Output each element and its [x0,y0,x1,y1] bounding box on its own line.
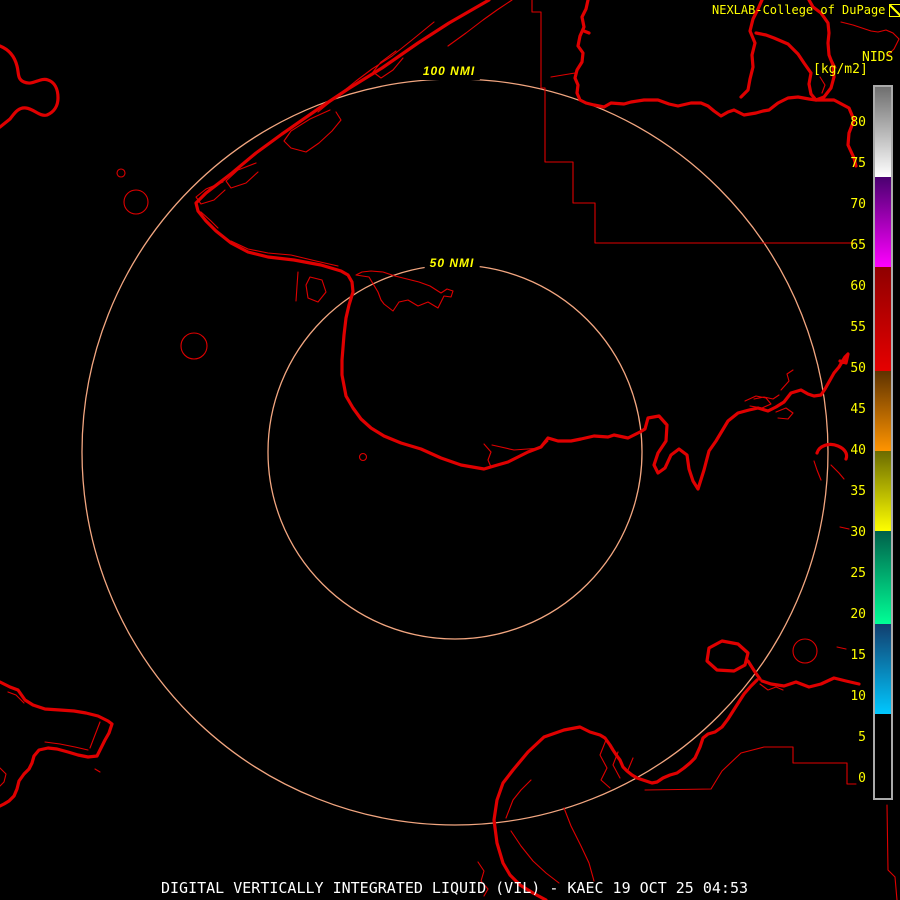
colorbar-tick-label: 45 [850,402,866,417]
bay-inlets-center [295,271,549,468]
colorbar-gradient [873,85,893,800]
colorbar-tick-label: 65 [850,238,866,253]
coastline-south-bay [492,678,759,900]
colorbar-tick-label: 75 [850,156,866,171]
range-ring-outer [81,78,829,826]
radar-map [0,0,900,900]
range-ring-outer-label: 100 NMI [417,62,481,80]
colorbar-tick-label: 25 [850,566,866,581]
colorbar-tick-label: 40 [850,443,866,458]
barrier-islands-north [195,0,513,229]
range-ring-inner [267,264,643,640]
northeast-thin-details [550,21,900,94]
southwest-thin-details [0,691,489,897]
product-title: DIGITAL VERTICALLY INTEGRATED LIQUID (VI… [161,879,748,897]
colorbar-tick-label: 5 [858,730,866,745]
colorbar-segment-brown-orange [875,371,891,451]
right-edge-dashes [836,526,850,650]
islet-circle-4 [792,638,818,664]
colorbar-segment-gray-white [875,87,891,177]
colorbar-segment-black [875,714,891,798]
colorbar-tick-label: 50 [850,361,866,376]
radar-product-page: NEXLAB-College of DuPage NIDS [kg/m2] 10… [0,0,900,900]
colorbar-tick-label: 10 [850,689,866,704]
range-ring-inner-label: 50 NMI [424,254,480,272]
islet-circle-5 [358,452,368,462]
colorbar-units: [kg/m2] [813,62,868,77]
colorbar-tick-label: 80 [850,115,866,130]
colorbar-tick-label: 15 [850,648,866,663]
islet-circle-1 [116,168,126,178]
islet-circle-3 [180,332,208,360]
colorbar-tick-label: 70 [850,197,866,212]
colorbar-tick-label: 55 [850,320,866,335]
colorbar-segment-darkred-red [875,267,891,371]
lagoon-line-north [230,240,339,267]
colorbar-segment-olive-yellow [875,451,891,531]
colorbar-tick-label: 20 [850,607,866,622]
colorbar-segment-teal-green [875,531,891,624]
colorbar-tick-label: 35 [850,484,866,499]
east-coast-thin-details [744,369,845,691]
marsh-outline-center [355,270,454,312]
coastline-southeast [760,676,861,689]
island-southeast [705,639,762,681]
colorbar-tick-label: 0 [858,771,866,786]
coastline-northeast [573,0,858,168]
header: NEXLAB-College of DuPage [712,4,900,17]
cod-logo-icon [889,4,900,17]
islet-circle-2 [123,189,149,215]
colorbar-segment-purple-magenta [875,177,891,267]
colorbar-segment-navy-cyan [875,624,891,714]
colorbar-tick-label: 30 [850,525,866,540]
colorbar-tick-label: 60 [850,279,866,294]
site-title: NEXLAB-College of DuPage [712,3,886,17]
bay-channels-south [505,739,634,884]
coastline-northwest-peninsula [0,44,60,129]
